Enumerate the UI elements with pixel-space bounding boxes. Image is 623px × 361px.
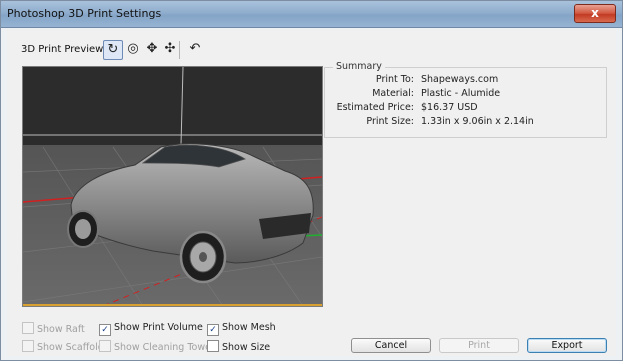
show-size-checkbox-box [207,340,219,352]
print-size-value: 1.33in x 9.06in x 2.14in [421,116,534,127]
preview-label: 3D Print Preview [21,44,104,55]
orbit-tool-button[interactable]: ↻ [103,40,123,60]
summary-row-price: Estimated Price: $16.37 USD [325,102,608,115]
summary-row-print-to: Print To: Shapeways.com [325,74,608,87]
check-mark-icon: ✓ [99,324,111,336]
material-value: Plastic - Alumide [421,88,501,99]
show-cleaning-tower-checkbox[interactable]: Show Cleaning Tower [99,340,215,354]
print-to-label: Print To: [375,74,414,85]
roll-tool-button[interactable]: ◎ [123,40,143,60]
show-scaffold-checkbox-box [22,340,34,352]
check-mark-icon: ✓ [207,324,219,336]
window-title: Photoshop 3D Print Settings [7,7,162,20]
3d-scene [23,67,322,306]
material-label: Material: [372,88,414,99]
reset-view-icon: ↶ [189,41,201,56]
show-raft-checkbox-box [22,322,34,334]
summary-group: Summary Print To: Shapeways.com Material… [324,61,608,138]
cancel-button[interactable]: Cancel [351,338,431,353]
print-to-value: Shapeways.com [421,74,499,85]
summary-row-print-size: Print Size: 1.33in x 9.06in x 2.14in [325,116,608,129]
show-mesh-label: Show Mesh [222,322,276,333]
close-button[interactable]: x [574,4,616,23]
show-raft-label: Show Raft [37,324,85,335]
show-print-volume-label: Show Print Volume [114,322,203,333]
export-button[interactable]: Export [527,338,607,353]
dialog-window: Photoshop 3D Print Settings x 3D Print P… [0,0,623,361]
pan-icon: ✥ [146,41,158,56]
roll-icon: ◎ [127,41,139,56]
pan-tool-button[interactable]: ✥ [142,40,162,60]
show-scaffold-checkbox[interactable]: Show Scaffold [22,340,104,354]
slide-icon: ✣ [164,41,176,56]
slide-tool-button[interactable]: ✣ [160,40,180,60]
dialog-body: 3D Print Preview ↻ ◎ ✥ ✣ ↶ Summary Print… [7,29,616,356]
3d-preview-viewport[interactable] [22,66,323,307]
show-size-label: Show Size [222,342,271,353]
show-raft-checkbox[interactable]: Show Raft [22,322,85,336]
show-size-checkbox[interactable]: Show Size [207,340,270,354]
estimated-price-value: $16.37 USD [421,102,478,113]
toolbar-separator [179,41,180,59]
show-cleaning-tower-label: Show Cleaning Tower [114,342,215,353]
show-mesh-checkbox[interactable]: ✓ Show Mesh [207,322,276,336]
reset-view-button[interactable]: ↶ [185,40,205,60]
show-cleaning-tower-checkbox-box [99,340,111,352]
show-print-volume-checkbox[interactable]: ✓ Show Print Volume [99,322,203,336]
show-scaffold-label: Show Scaffold [37,342,104,353]
print-size-label: Print Size: [366,116,414,127]
summary-row-material: Material: Plastic - Alumide [325,88,608,101]
summary-legend: Summary [333,61,385,72]
print-button[interactable]: Print [439,338,519,353]
title-bar[interactable]: Photoshop 3D Print Settings x [1,1,622,28]
orbit-icon: ↻ [107,42,119,57]
estimated-price-label: Estimated Price: [336,102,414,113]
